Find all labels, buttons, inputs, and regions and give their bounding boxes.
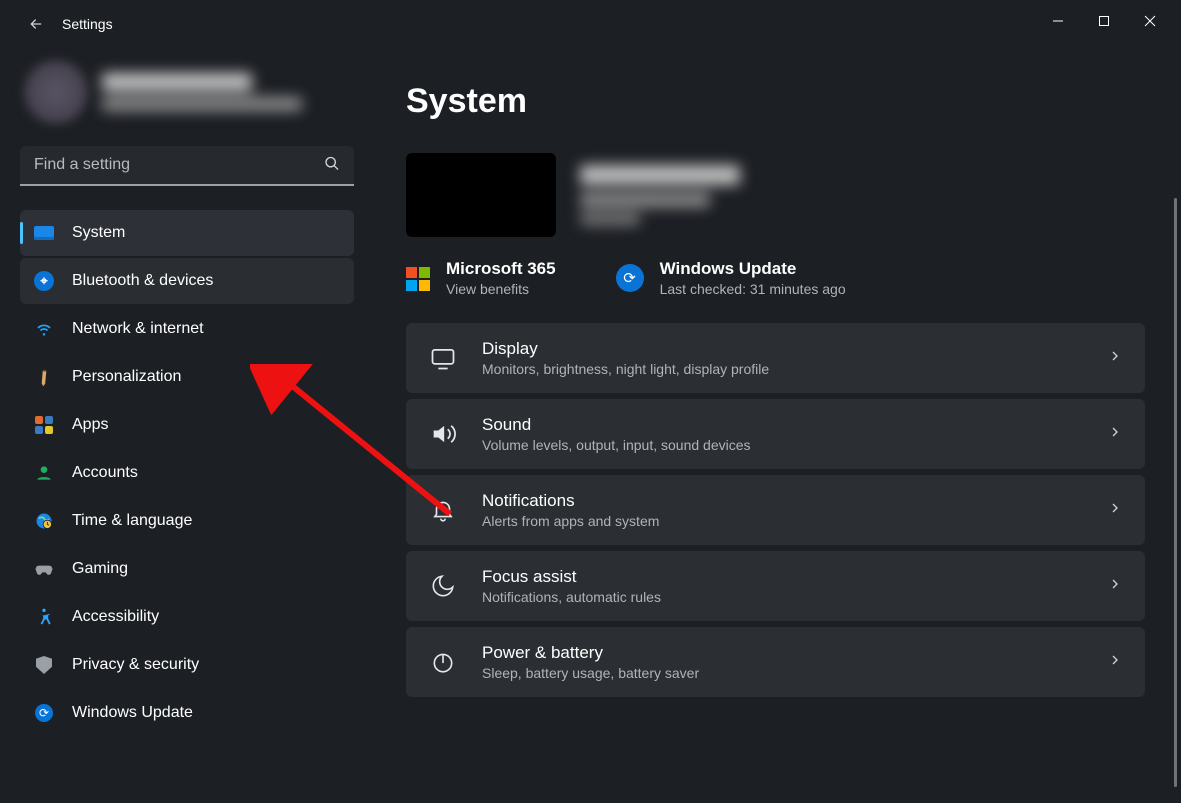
brush-icon — [30, 363, 58, 391]
cloud-sub: View benefits — [446, 281, 556, 297]
chevron-right-icon — [1107, 576, 1123, 597]
power-icon — [428, 647, 458, 677]
device-summary — [406, 153, 1153, 237]
minimize-button[interactable] — [1035, 5, 1081, 37]
nav-network[interactable]: Network & internet — [20, 306, 354, 352]
device-thumbnail — [406, 153, 556, 237]
globe-icon — [34, 511, 54, 531]
microsoft365-link[interactable]: Microsoft 365 View benefits — [406, 259, 556, 297]
window-title: Settings — [62, 16, 113, 32]
cloud-sub: Last checked: 31 minutes ago — [660, 281, 846, 297]
row-sub: Monitors, brightness, night light, displ… — [482, 361, 1083, 377]
row-sub: Volume levels, output, input, sound devi… — [482, 437, 1083, 453]
back-button[interactable] — [20, 8, 52, 40]
accessibility-icon — [34, 607, 54, 627]
nav-label: Apps — [72, 416, 108, 434]
nav-label: Privacy & security — [72, 656, 199, 674]
update-icon: ⟳ — [34, 703, 54, 723]
display-icon — [428, 343, 458, 373]
nav-list: System ⌖ Bluetooth & devices Network & i… — [20, 210, 354, 736]
nav-update[interactable]: ⟳ Windows Update — [20, 690, 354, 736]
row-focus[interactable]: Focus assist Notifications, automatic ru… — [406, 551, 1145, 621]
nav-label: Time & language — [72, 512, 192, 530]
row-title: Focus assist — [482, 567, 1083, 587]
chevron-right-icon — [1107, 652, 1123, 673]
row-power[interactable]: Power & battery Sleep, battery usage, ba… — [406, 627, 1145, 697]
nav-privacy[interactable]: Privacy & security — [20, 642, 354, 688]
chevron-right-icon — [1107, 348, 1123, 369]
close-button[interactable] — [1127, 5, 1173, 37]
row-title: Display — [482, 339, 1083, 359]
nav-gaming[interactable]: Gaming — [20, 546, 354, 592]
profile-text-redacted — [102, 73, 302, 111]
nav-system[interactable]: System — [20, 210, 354, 256]
gamepad-icon — [34, 559, 54, 579]
row-notifications[interactable]: Notifications Alerts from apps and syste… — [406, 475, 1145, 545]
shield-icon — [34, 655, 54, 675]
nav-personalization[interactable]: Personalization — [20, 354, 354, 400]
row-title: Notifications — [482, 491, 1083, 511]
row-title: Sound — [482, 415, 1083, 435]
row-sound[interactable]: Sound Volume levels, output, input, soun… — [406, 399, 1145, 469]
row-sub: Notifications, automatic rules — [482, 589, 1083, 605]
sound-icon — [428, 419, 458, 449]
nav-label: Bluetooth & devices — [72, 272, 213, 290]
chevron-right-icon — [1107, 424, 1123, 445]
search-input[interactable] — [20, 146, 354, 186]
chevron-right-icon — [1107, 500, 1123, 521]
apps-icon — [34, 415, 54, 435]
page-title: System — [406, 82, 1153, 121]
bell-icon — [428, 495, 458, 525]
nav-time[interactable]: Time & language — [20, 498, 354, 544]
cloud-links: Microsoft 365 View benefits ⟳ Windows Up… — [406, 259, 1153, 297]
cloud-title: Microsoft 365 — [446, 259, 556, 279]
nav-accessibility[interactable]: Accessibility — [20, 594, 354, 640]
row-sub: Sleep, battery usage, battery saver — [482, 665, 1083, 681]
nav-accounts[interactable]: Accounts — [20, 450, 354, 496]
search-box[interactable] — [20, 146, 354, 186]
microsoft-logo-icon — [406, 267, 430, 291]
sidebar: System ⌖ Bluetooth & devices Network & i… — [0, 48, 370, 803]
scrollbar[interactable] — [1174, 198, 1177, 787]
nav-label: Accessibility — [72, 608, 159, 626]
title-bar: Settings — [0, 0, 1181, 48]
cloud-title: Windows Update — [660, 259, 846, 279]
windows-update-icon: ⟳ — [616, 264, 644, 292]
nav-label: System — [72, 224, 125, 242]
nav-label: Gaming — [72, 560, 128, 578]
row-display[interactable]: Display Monitors, brightness, night ligh… — [406, 323, 1145, 393]
nav-bluetooth[interactable]: ⌖ Bluetooth & devices — [20, 258, 354, 304]
settings-list: Display Monitors, brightness, night ligh… — [406, 323, 1153, 697]
windows-update-link[interactable]: ⟳ Windows Update Last checked: 31 minute… — [616, 259, 846, 297]
nav-label: Accounts — [72, 464, 138, 482]
monitor-icon — [34, 223, 54, 243]
device-text-redacted — [580, 165, 740, 225]
moon-icon — [428, 571, 458, 601]
nav-label: Personalization — [72, 368, 181, 386]
main-panel: System Microsoft 365 View benefits ⟳ Win… — [370, 48, 1181, 803]
search-icon — [324, 156, 340, 177]
user-icon — [34, 463, 54, 483]
profile-block[interactable] — [24, 60, 354, 124]
row-sub: Alerts from apps and system — [482, 513, 1083, 529]
row-title: Power & battery — [482, 643, 1083, 663]
nav-label: Network & internet — [72, 320, 204, 338]
nav-label: Windows Update — [72, 704, 193, 722]
avatar — [24, 60, 88, 124]
bluetooth-icon: ⌖ — [34, 271, 54, 291]
wifi-icon — [34, 319, 54, 339]
nav-apps[interactable]: Apps — [20, 402, 354, 448]
maximize-button[interactable] — [1081, 5, 1127, 37]
